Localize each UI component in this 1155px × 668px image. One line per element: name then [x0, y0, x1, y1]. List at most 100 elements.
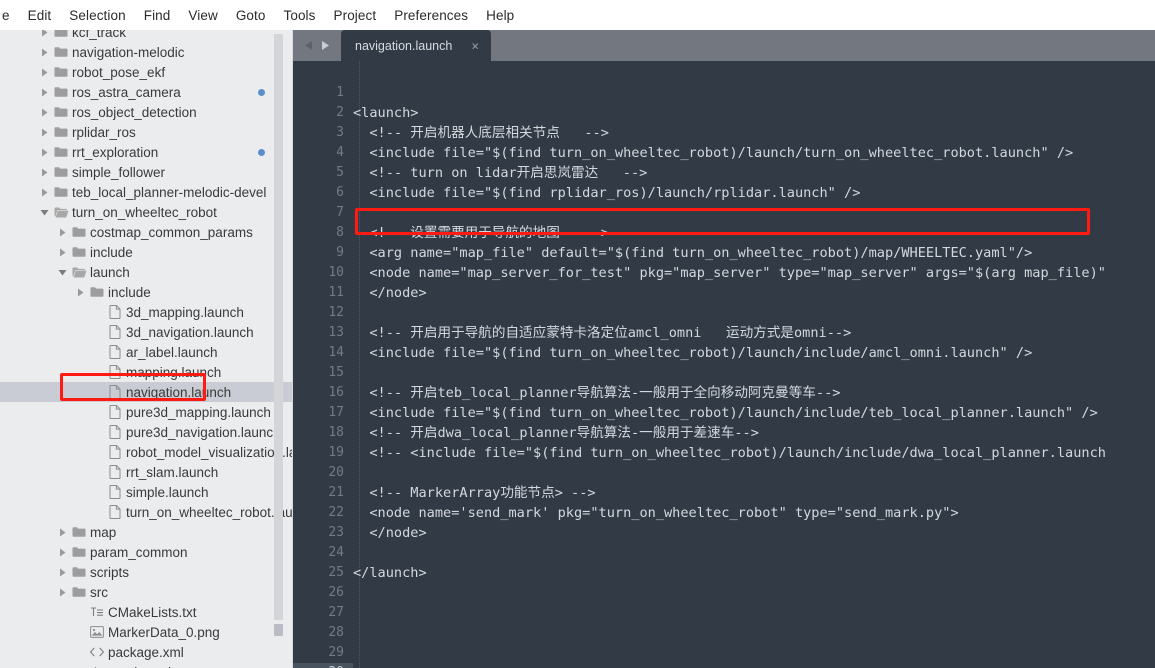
file-tree-item[interactable]: include — [0, 242, 293, 262]
file-tree-item[interactable]: MarkerData_0.png — [0, 622, 293, 642]
chevron-down-icon[interactable] — [56, 262, 69, 282]
chevron-right-icon[interactable] — [38, 182, 51, 202]
chevron-right-icon[interactable] — [56, 242, 69, 262]
triangle-right-icon[interactable] — [320, 40, 330, 51]
chevron-right-icon[interactable] — [38, 30, 51, 42]
chevron-right-icon[interactable] — [38, 82, 51, 102]
file-tree-item[interactable]: scripts — [0, 562, 293, 582]
sidebar-scrollbar-thumb-secondary[interactable] — [274, 624, 283, 636]
sidebar-scrollbar-thumb[interactable] — [274, 34, 283, 620]
chevron-right-icon[interactable] — [56, 542, 69, 562]
line-number: 11 — [328, 285, 344, 300]
chevron-down-icon[interactable] — [38, 202, 51, 222]
menu-item-edit[interactable]: Edit — [19, 5, 61, 26]
code-line[interactable]: <!-- 设置需要用于导航的地图 --> — [353, 223, 609, 243]
file-tree-item[interactable]: navigation-melodic — [0, 42, 293, 62]
file-tree-item[interactable]: turn_on_wheeltec_robot — [0, 202, 293, 222]
tab-navigation-launch[interactable]: navigation.launch × — [341, 30, 491, 61]
menu-item-label: Edit — [27, 7, 52, 23]
menu-item-view[interactable]: View — [179, 5, 226, 26]
file-tree-item[interactable]: robot_pose_ekf — [0, 62, 293, 82]
code-area[interactable]: 1 2 3 4 5 6 7 8 9 10 11 12 13 14 15 16 17 18 19 20 21 22 23 24 2… — [293, 61, 1155, 668]
chevron-right-icon[interactable] — [38, 62, 51, 82]
tab-nav-arrows[interactable] — [293, 30, 341, 61]
file-tree-item[interactable]: costmap_common_params — [0, 222, 293, 242]
folder-icon — [69, 546, 89, 558]
file-tree-item[interactable]: src — [0, 582, 293, 602]
code-lines[interactable]: <launch> <!-- 开启机器人底层相关节点 --> <include f… — [353, 61, 1155, 668]
code-line[interactable]: <node name='send_mark' pkg="turn_on_whee… — [353, 503, 958, 523]
file-tree-item[interactable]: robot_model_visualization.launch — [0, 442, 293, 462]
file-tree-item[interactable]: param_common — [0, 542, 293, 562]
file-tree-item[interactable]: 3d_navigation.launch — [0, 322, 293, 342]
code-line[interactable]: <!-- 开启dwa_local_planner导航算法-一般用于差速车--> — [353, 423, 759, 443]
file-tree-item[interactable]: simple_follower — [0, 162, 293, 182]
chevron-right-icon[interactable] — [56, 582, 69, 602]
menu-item-e[interactable]: e — [0, 5, 19, 26]
line-number-gutter: 1 2 3 4 5 6 7 8 9 10 11 12 13 14 15 16 17 18 19 20 21 22 23 24 2… — [293, 61, 353, 668]
chevron-right-icon[interactable] — [38, 162, 51, 182]
file-tree-item[interactable]: ros_object_detection — [0, 102, 293, 122]
arrow-placeholder — [92, 382, 105, 402]
file-tree-item[interactable]: package.xml — [0, 642, 293, 662]
code-line[interactable]: <!-- <include file="$(find turn_on_wheel… — [353, 443, 1106, 463]
code-line[interactable]: <include file="$(find turn_on_wheeltec_r… — [353, 143, 1073, 163]
file-tree-item[interactable]: rplidar_ros — [0, 122, 293, 142]
file-tree-item[interactable]: turn_on_wheeltec_robot.launch — [0, 502, 293, 522]
file-tree-item[interactable]: ar_label.launch — [0, 342, 293, 362]
file-tree-item-label: rrt_exploration — [72, 144, 159, 160]
code-line[interactable]: <launch> — [353, 103, 418, 123]
menu-item-project[interactable]: Project — [325, 5, 386, 26]
file-tree-item[interactable]: rrt_slam.launch — [0, 462, 293, 482]
chevron-right-icon[interactable] — [38, 122, 51, 142]
file-tree-item[interactable]: pure3d_mapping.launch — [0, 402, 293, 422]
menu-item-goto[interactable]: Goto — [227, 5, 275, 26]
chevron-right-icon[interactable] — [56, 222, 69, 242]
menu-item-label: e — [2, 7, 10, 23]
code-line[interactable]: <!-- 开启机器人底层相关节点 --> — [353, 123, 609, 143]
menu-item-tools[interactable]: Tools — [274, 5, 324, 26]
code-line[interactable]: </node> — [353, 523, 426, 543]
file-tree-item[interactable]: ros_astra_camera — [0, 82, 293, 102]
file-tree-item[interactable]: launch — [0, 262, 293, 282]
menu-item-selection[interactable]: Selection — [60, 5, 134, 26]
code-line[interactable]: <!-- 开启用于导航的自适应蒙特卡洛定位amcl_omni 运动方式是omni… — [353, 323, 851, 343]
code-line[interactable]: <include file="$(find rplidar_ros)/launc… — [353, 183, 860, 203]
line-number: 28 — [328, 625, 344, 640]
chevron-right-icon[interactable] — [56, 522, 69, 542]
code-line[interactable]: <!-- turn on lidar开启思岚雷达 --> — [353, 163, 647, 183]
chevron-right-icon[interactable] — [38, 102, 51, 122]
file-tree-item-selected[interactable]: navigation.launch — [0, 382, 293, 402]
file-tree-item[interactable]: include — [0, 282, 293, 302]
file-tree-item[interactable]: send_mark.py — [0, 662, 293, 668]
close-icon[interactable]: × — [471, 39, 479, 52]
folder-icon — [69, 566, 89, 578]
code-line[interactable]: </launch> — [353, 563, 427, 583]
menu-item-find[interactable]: Find — [135, 5, 180, 26]
chevron-right-icon[interactable] — [74, 282, 87, 302]
code-line[interactable]: </node> — [353, 283, 426, 303]
chevron-right-icon[interactable] — [56, 562, 69, 582]
file-tree-item[interactable]: map — [0, 522, 293, 542]
menu-item-help[interactable]: Help — [477, 5, 523, 26]
menu-item-preferences[interactable]: Preferences — [385, 5, 477, 26]
code-line[interactable]: <node name="map_server_for_test" pkg="ma… — [353, 263, 1106, 283]
code-line[interactable]: <!-- 开启teb_local_planner导航算法-一般用于全向移动阿克曼… — [353, 383, 840, 403]
triangle-left-icon[interactable] — [304, 40, 314, 51]
file-tree-item[interactable]: rrt_exploration — [0, 142, 293, 162]
file-tree-item[interactable]: teb_local_planner-melodic-devel — [0, 182, 293, 202]
code-line[interactable]: <include file="$(find turn_on_wheeltec_r… — [353, 403, 1097, 423]
file-tree-item[interactable]: kcf_track — [0, 30, 293, 42]
code-line[interactable]: <include file="$(find turn_on_wheeltec_r… — [353, 343, 1032, 363]
file-tree-item[interactable]: mapping.launch — [0, 362, 293, 382]
file-sidebar[interactable]: kcf_track navigation-melodic robot_pose_ek… — [0, 30, 293, 668]
chevron-right-icon[interactable] — [38, 142, 51, 162]
chevron-right-icon[interactable] — [38, 42, 51, 62]
arrow-placeholder — [92, 362, 105, 382]
code-line[interactable]: <arg name="map_file" default="$(find tur… — [353, 243, 1032, 263]
file-tree-item[interactable]: simple.launch — [0, 482, 293, 502]
file-tree-item[interactable]: CMakeLists.txt — [0, 602, 293, 622]
file-tree-item[interactable]: pure3d_navigation.launch — [0, 422, 293, 442]
file-tree-item[interactable]: 3d_mapping.launch — [0, 302, 293, 322]
code-line[interactable]: <!-- MarkerArray功能节点> --> — [353, 483, 595, 503]
